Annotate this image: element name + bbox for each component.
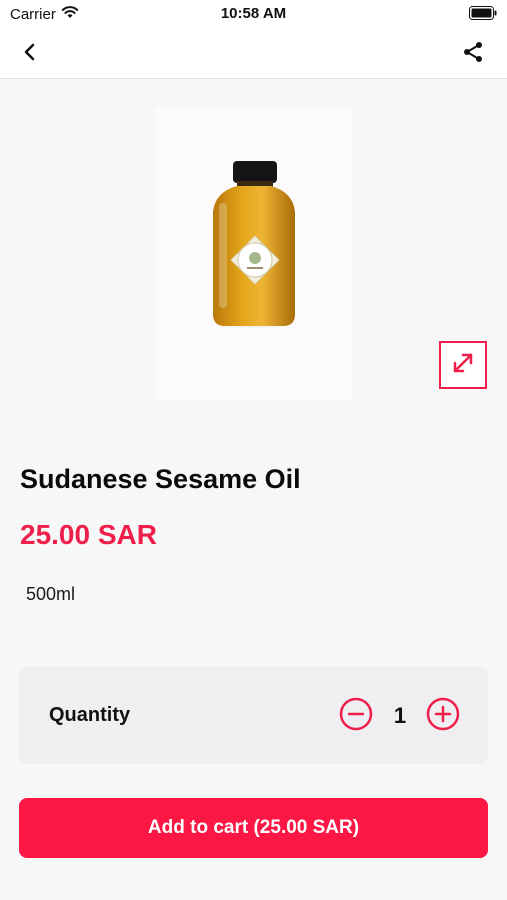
- expand-image-button[interactable]: [439, 341, 487, 389]
- back-button[interactable]: [14, 38, 46, 70]
- decrease-quantity-button[interactable]: [339, 697, 373, 736]
- status-time: 10:58 AM: [220, 5, 287, 22]
- quantity-card: Quantity 1: [19, 667, 488, 764]
- minus-circle-icon: [339, 697, 373, 736]
- product-title: Sudanese Sesame Oil: [20, 464, 301, 494]
- product-image[interactable]: [155, 108, 352, 400]
- nav-bar: [0, 28, 507, 79]
- product-variant: 500ml: [26, 584, 76, 604]
- share-button[interactable]: [457, 38, 489, 70]
- chevron-left-icon: [23, 43, 37, 66]
- add-to-cart-button[interactable]: Add to cart (25.00 SAR): [19, 798, 488, 858]
- status-bar: Carrier 10:58 AM: [0, 0, 507, 28]
- battery-icon: [469, 6, 497, 24]
- product-price: 25.00 SAR: [20, 519, 157, 550]
- quantity-value: 1: [393, 703, 407, 728]
- increase-quantity-button[interactable]: [426, 697, 460, 736]
- share-icon: [461, 40, 485, 69]
- expand-arrows-icon: [450, 350, 476, 381]
- plus-circle-icon: [426, 697, 460, 736]
- quantity-label: Quantity: [49, 704, 131, 726]
